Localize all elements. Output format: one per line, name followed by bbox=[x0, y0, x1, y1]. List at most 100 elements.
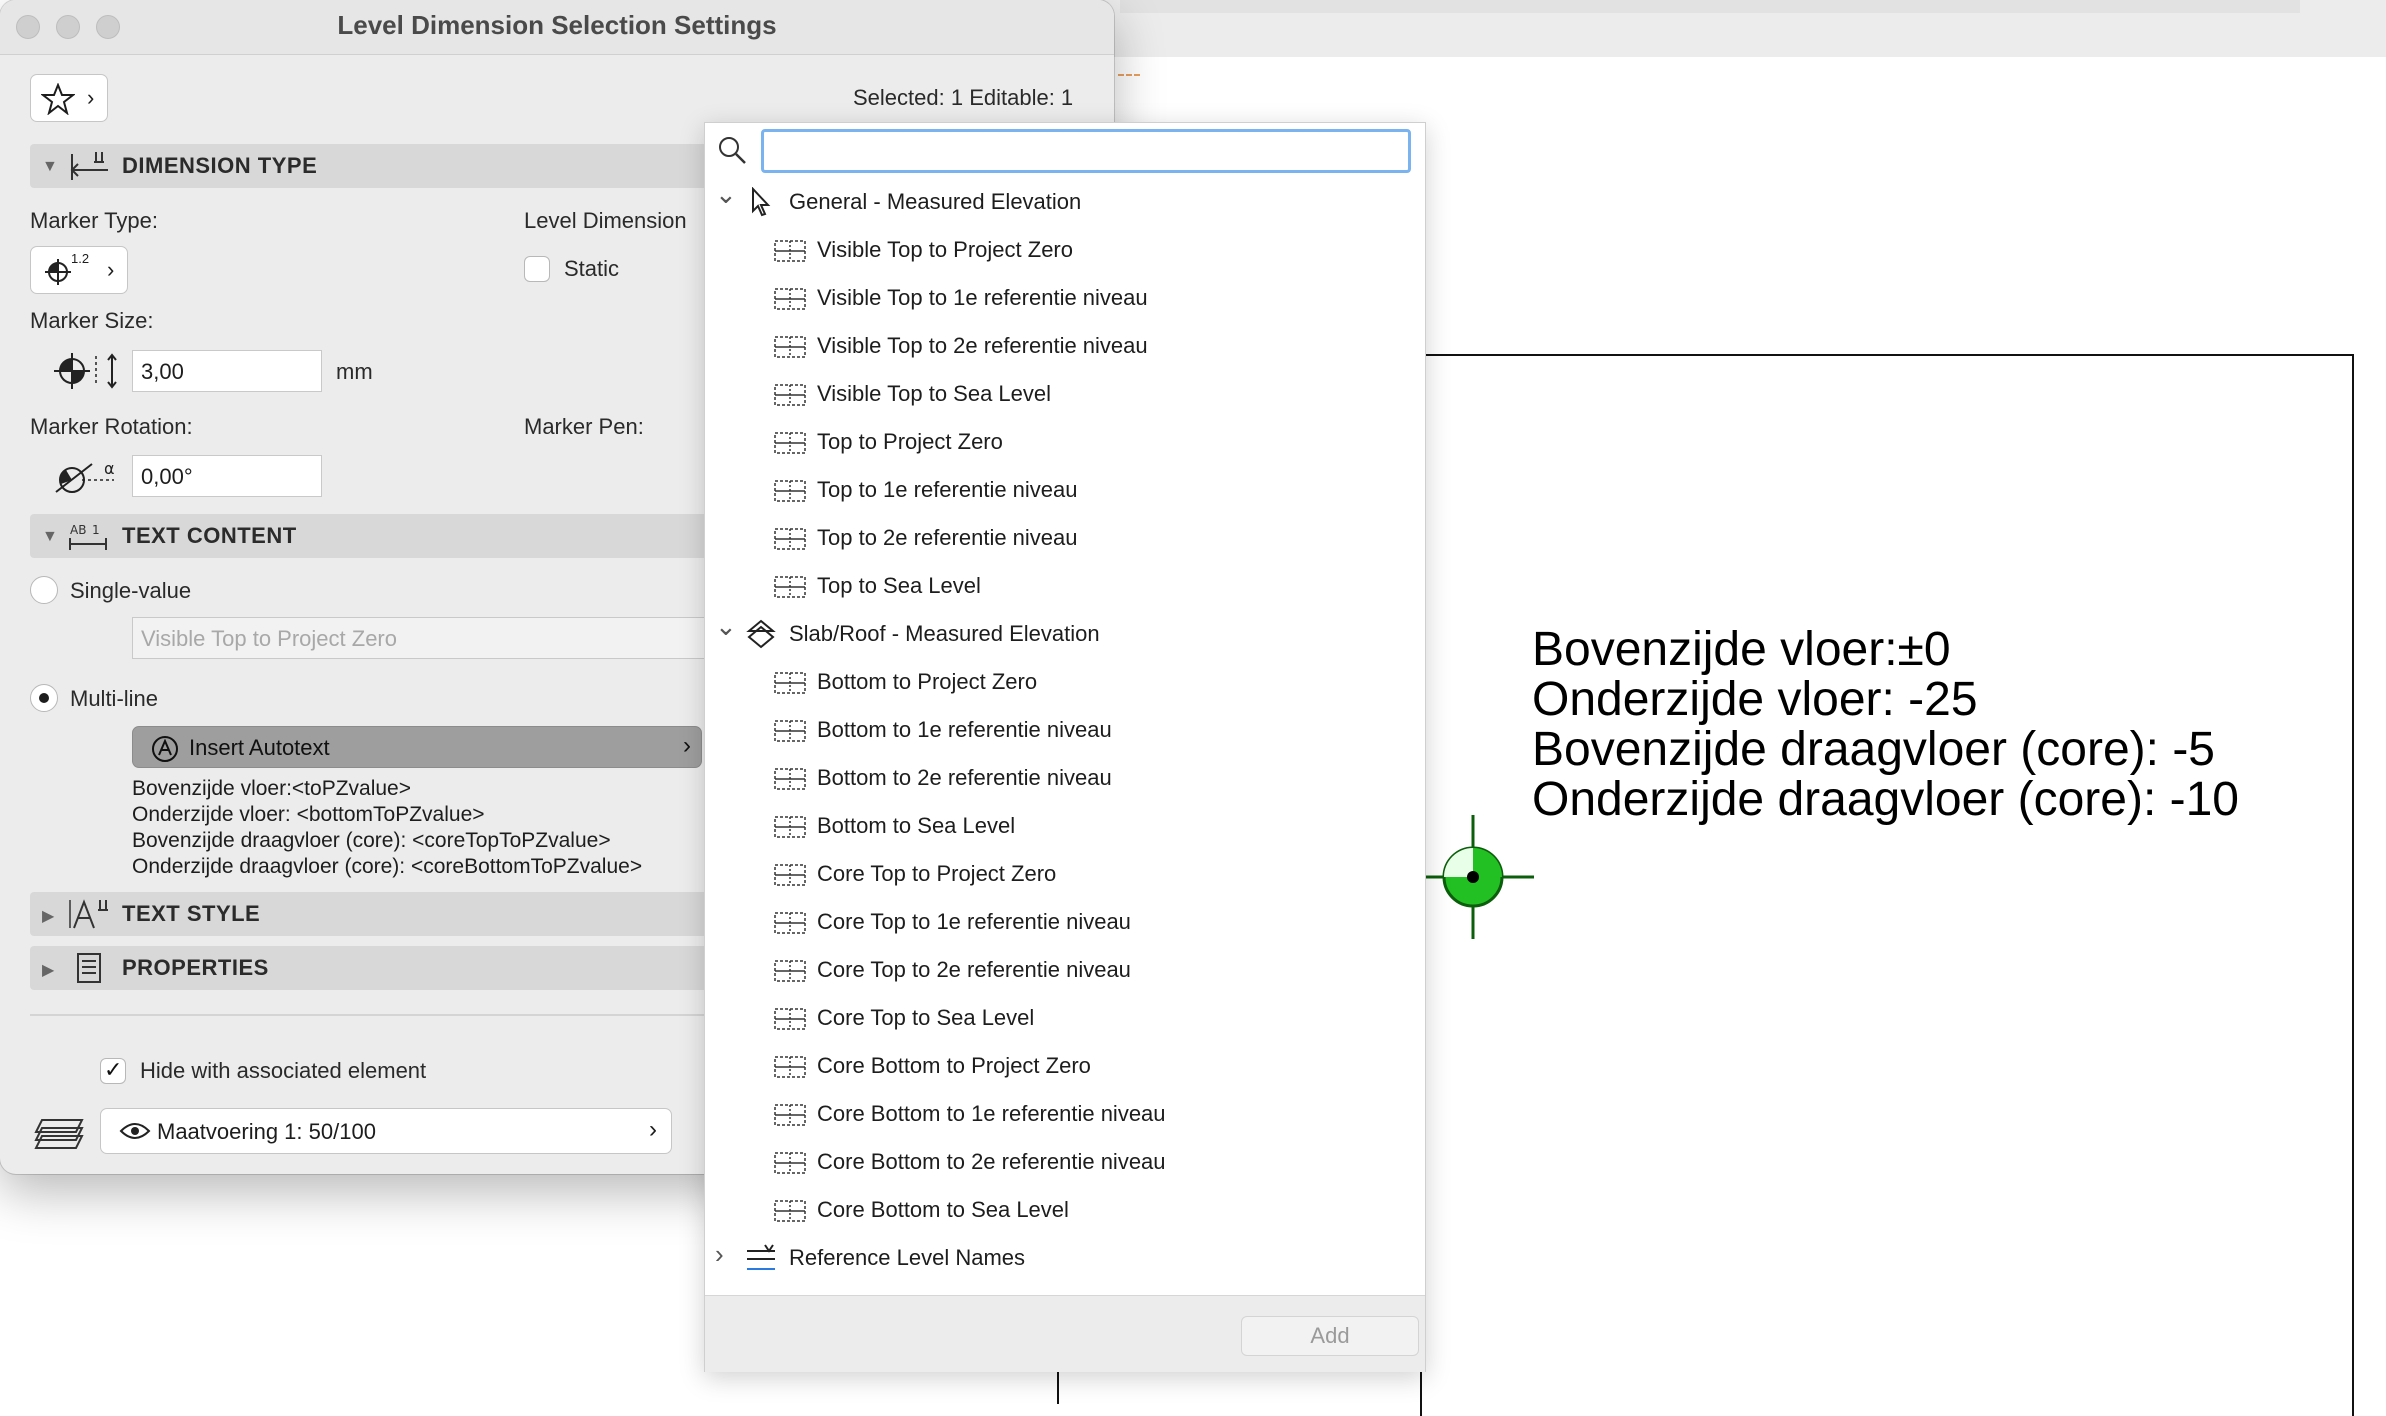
hide-with-element-label: Hide with associated element bbox=[140, 1058, 427, 1083]
autotext-item[interactable]: Bottom to 2e referentie niveau bbox=[705, 755, 1425, 801]
autotext-item-label: Visible Top to 1e referentie niveau bbox=[817, 285, 1148, 310]
autotext-item-label: Core Bottom to Sea Level bbox=[817, 1197, 1069, 1222]
autotext-item[interactable]: Core Top to 1e referentie niveau bbox=[705, 899, 1425, 945]
autotext-field-icon bbox=[774, 960, 806, 982]
drawing-frame bbox=[1420, 354, 2354, 1416]
single-value-radio[interactable] bbox=[30, 576, 58, 604]
text-line-1: Bovenzijde vloer:<toPZvalue> bbox=[132, 777, 411, 800]
autotext-item[interactable]: Bottom to Sea Level bbox=[705, 803, 1425, 849]
autotext-item[interactable]: Core Bottom to Sea Level bbox=[705, 1187, 1425, 1233]
layer-value: Maatvoering 1: 50/100 bbox=[157, 1119, 376, 1144]
autotext-item[interactable]: Core Top to Project Zero bbox=[705, 851, 1425, 897]
autotext-field-icon bbox=[774, 672, 806, 694]
autotext-item-label: Core Top to Project Zero bbox=[817, 861, 1057, 886]
autotext-item-label: Bottom to Sea Level bbox=[817, 813, 1016, 838]
autotext-item-label: Top to Project Zero bbox=[817, 429, 1003, 454]
selection-status: Selected: 1 Editable: 1 bbox=[853, 85, 1074, 110]
autotext-item[interactable]: Bottom to Project Zero bbox=[705, 659, 1425, 705]
checkmark-icon: ✓ bbox=[104, 1057, 123, 1082]
autotext-item-label: Bottom to Project Zero bbox=[817, 669, 1038, 694]
autotext-item[interactable]: Core Top to Sea Level bbox=[705, 995, 1425, 1041]
autotext-item[interactable]: Core Bottom to 1e referentie niveau bbox=[705, 1091, 1425, 1137]
autotext-item[interactable]: Core Bottom to 2e referentie niveau bbox=[705, 1139, 1425, 1185]
autotext-item[interactable]: Visible Top to 2e referentie niveau bbox=[705, 323, 1425, 369]
static-label: Static bbox=[564, 256, 620, 281]
autotext-field-icon bbox=[774, 432, 806, 454]
autotext-item[interactable]: Visible Top to 1e referentie niveau bbox=[705, 275, 1425, 321]
marker-pen-label: Marker Pen: bbox=[524, 414, 644, 439]
autotext-item[interactable]: Top to Project Zero bbox=[705, 419, 1425, 465]
single-value-label: Single-value bbox=[70, 578, 192, 603]
disclosure-open-icon: ▼ bbox=[42, 158, 58, 175]
autotext-field-icon bbox=[774, 1200, 806, 1222]
dimension-type-icon bbox=[70, 152, 108, 180]
multi-line-label: Multi-line bbox=[70, 686, 159, 711]
hide-with-element-checkbox[interactable]: ✓ bbox=[100, 1057, 126, 1084]
autotext-item-label: Core Top to 2e referentie niveau bbox=[817, 957, 1131, 982]
marker-size-input[interactable]: 3,00 bbox=[132, 350, 322, 392]
autotext-field-icon bbox=[774, 816, 806, 838]
title-bar[interactable]: Level Dimension Selection Settings bbox=[0, 0, 1114, 55]
autotext-item[interactable]: Top to Sea Level bbox=[705, 563, 1425, 609]
autotext-field-icon bbox=[774, 768, 806, 790]
tree-group-row[interactable]: › Reference Level Names bbox=[705, 1235, 1425, 1281]
section-title: DIMENSION TYPE bbox=[122, 153, 318, 178]
multi-line-radio[interactable] bbox=[30, 684, 58, 712]
reference-levels-icon bbox=[747, 1244, 775, 1270]
multiline-text-editor[interactable]: Bovenzijde vloer:<toPZvalue> Onderzijde … bbox=[132, 776, 642, 880]
search-icon bbox=[719, 137, 746, 164]
marker-size-icon bbox=[54, 353, 117, 389]
autotext-item[interactable]: Top to 1e referentie niveau bbox=[705, 467, 1425, 513]
marker-size-unit: mm bbox=[336, 359, 373, 384]
chevron-right-icon[interactable]: › bbox=[715, 1239, 724, 1270]
autotext-item-label: Core Top to Sea Level bbox=[817, 1005, 1035, 1030]
chevron-down-icon[interactable]: ⌄ bbox=[715, 611, 737, 642]
autotext-field-icon bbox=[774, 528, 806, 550]
tree-group-row[interactable]: ⌄ General - Measured Elevation bbox=[705, 179, 1425, 225]
tree-group-label: Reference Level Names bbox=[789, 1245, 1026, 1270]
star-icon bbox=[41, 83, 75, 115]
autotext-item-label: Visible Top to 2e referentie niveau bbox=[817, 333, 1148, 358]
autotext-icon bbox=[152, 736, 178, 762]
insert-autotext-button[interactable]: Insert Autotext › bbox=[132, 726, 702, 768]
chevron-down-icon[interactable]: ⌄ bbox=[715, 179, 737, 210]
svg-text:1: 1 bbox=[92, 523, 100, 537]
insert-autotext-label: Insert Autotext bbox=[189, 735, 330, 760]
drawing-line-1: Bovenzijde vloer:±0 bbox=[1532, 623, 1951, 676]
drawing-line-3: Bovenzijde draagvloer (core): -5 bbox=[1532, 723, 2215, 776]
disclosure-closed-icon: ▶ bbox=[42, 908, 55, 925]
autotext-field-icon bbox=[774, 1104, 806, 1126]
level-marker-icon[interactable] bbox=[1420, 815, 1534, 939]
text-line-3: Bovenzijde draagvloer (core): <coreTopTo… bbox=[132, 829, 611, 852]
marker-size-label: Marker Size: bbox=[30, 308, 154, 333]
autotext-item[interactable]: Visible Top to Sea Level bbox=[705, 371, 1425, 417]
marker-type-button[interactable]: 1.2 › bbox=[30, 246, 128, 294]
autotext-item-label: Core Bottom to 1e referentie niveau bbox=[817, 1101, 1166, 1126]
level-dimension-label[interactable]: Bovenzijde vloer:±0 Onderzijde vloer: -2… bbox=[1532, 625, 2239, 825]
autotext-item[interactable]: Core Bottom to Project Zero bbox=[705, 1043, 1425, 1089]
autotext-field-icon bbox=[774, 288, 806, 310]
autotext-item[interactable]: Core Top to 2e referentie niveau bbox=[705, 947, 1425, 993]
layer-selector[interactable]: Maatvoering 1: 50/100 › bbox=[100, 1108, 672, 1154]
tree-group-row[interactable]: ⌄ Slab/Roof - Measured Elevation bbox=[705, 611, 1425, 657]
autotext-item[interactable]: Bottom to 1e referentie niveau bbox=[705, 707, 1425, 753]
text-content-icon: AB 1 bbox=[69, 523, 107, 550]
cursor-icon bbox=[752, 187, 771, 217]
marker-rotation-input[interactable]: 0,00° bbox=[132, 455, 322, 497]
autotext-item-label: Top to 2e referentie niveau bbox=[817, 525, 1078, 550]
static-checkbox[interactable] bbox=[524, 256, 550, 282]
autotext-search-input[interactable] bbox=[761, 129, 1411, 173]
layers-icon bbox=[34, 1119, 84, 1149]
chevron-right-icon: › bbox=[683, 732, 691, 759]
window-title: Level Dimension Selection Settings bbox=[337, 10, 777, 40]
favorites-button[interactable]: › bbox=[30, 74, 108, 122]
svg-text:AB: AB bbox=[70, 523, 86, 537]
section-title: TEXT STYLE bbox=[122, 901, 261, 926]
drawing-line-4: Onderzijde draagvloer (core): -10 bbox=[1532, 773, 2239, 826]
autotext-item[interactable]: Top to 2e referentie niveau bbox=[705, 515, 1425, 561]
properties-icon bbox=[77, 953, 101, 983]
text-line-4: Onderzijde draagvloer (core): <coreBotto… bbox=[132, 855, 643, 878]
autotext-field-icon bbox=[774, 480, 806, 502]
add-button[interactable]: Add bbox=[1241, 1316, 1419, 1356]
autotext-item[interactable]: Visible Top to Project Zero bbox=[705, 227, 1425, 273]
